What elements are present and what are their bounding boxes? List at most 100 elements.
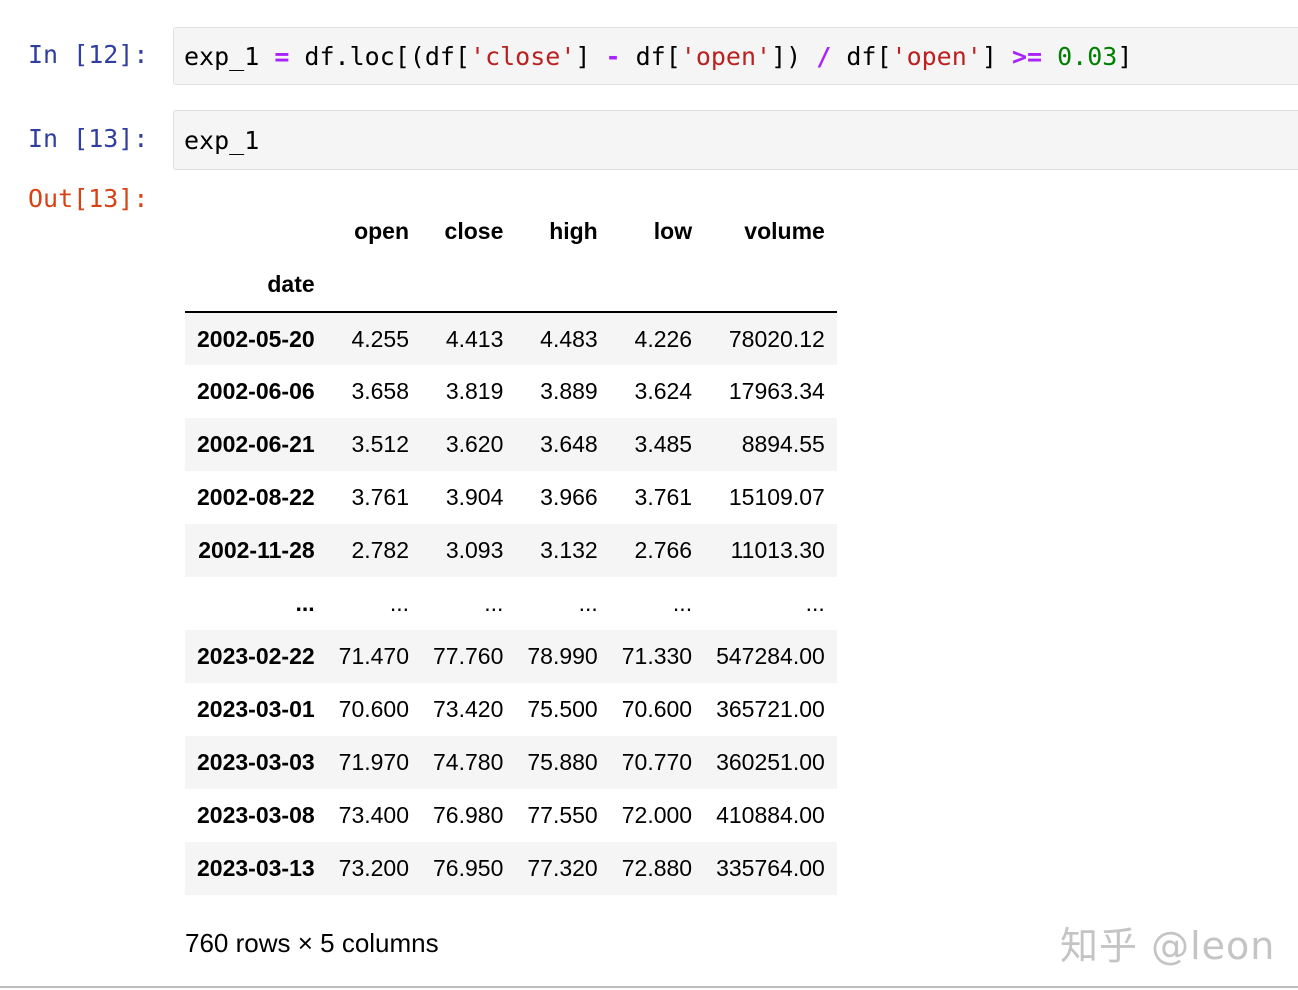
table-cell: 3.620 — [445, 431, 504, 457]
table-cell: 78020.12 — [728, 325, 825, 352]
table-row: 2023-03-03 71.970 74.780 75.880 70.770 360251… — [185, 736, 837, 789]
table-cell: 3.761 — [351, 484, 410, 510]
table-cell: 73.420 — [433, 696, 504, 722]
table-row: 2023-03-13 73.200 76.950 77.320 72.880 335764… — [185, 842, 837, 895]
table-cell: 72.000 — [621, 802, 693, 828]
code-token: exp_1 — [184, 41, 275, 71]
column-header-close: close — [444, 218, 504, 244]
table-cell: 70.600 — [338, 696, 410, 722]
table-cell: 15109.07 — [728, 484, 825, 510]
table-row: 2002-06-21 3.512 3.620 3.648 3.485 8894.55 — [185, 418, 837, 471]
table-cell: 77.550 — [527, 802, 598, 828]
table-cell: 3.512 — [351, 431, 410, 457]
row-index-cell: 2023-03-01 — [197, 696, 315, 722]
row-index-cell: 2002-06-21 — [197, 431, 315, 457]
index-name: date — [267, 271, 315, 297]
watermark: 知乎 @leon — [1060, 924, 1276, 968]
table-row: .................. — [185, 577, 837, 630]
table-cell: 77.320 — [527, 855, 598, 881]
table-cell: 3.819 — [445, 378, 504, 404]
code-token: exp_1 — [184, 125, 260, 155]
row-index-cell: 2002-05-20 — [197, 325, 315, 352]
table-cell: 360251.00 — [716, 749, 825, 775]
cell-12-code-input[interactable]: exp_1 = df. loc[(df['close'] - df['open']… — [173, 27, 1298, 85]
index-name-row: date — [185, 258, 837, 312]
table-cell: 70.600 — [621, 696, 693, 722]
table-cell: 4.226 — [634, 325, 693, 352]
table-cell: 73.400 — [338, 802, 410, 828]
table-cell: 547284.00 — [716, 643, 825, 669]
table-row: 2023-02-22 71.470 77.760 78.990 71.330 547284… — [185, 630, 837, 683]
table-cell: 3.761 — [634, 484, 693, 510]
table-cell: 3.889 — [540, 378, 598, 404]
table-cell: 77.760 — [433, 643, 504, 669]
code-token: / — [816, 41, 832, 71]
table-cell: ... — [805, 590, 825, 616]
column-header-row: open close high low volume — [185, 205, 837, 258]
table-cell: 3.648 — [540, 431, 598, 457]
code-token: 'open' — [680, 41, 772, 71]
row-index-cell: 2023-03-13 — [197, 855, 315, 881]
cell-13-code-input[interactable]: exp_1 — [173, 110, 1298, 170]
table-cell: 4.483 — [540, 325, 598, 352]
cell-13-prompt: In [13]: — [28, 124, 149, 153]
row-index-cell: 2023-03-08 — [197, 802, 315, 828]
cell-12-prompt: In [12]: — [28, 40, 149, 69]
table-row: 2002-11-28 2.782 3.093 3.132 2.766 11013.30 — [185, 524, 837, 577]
table-cell: 70.770 — [621, 749, 693, 775]
table-cell: 3.093 — [445, 537, 504, 563]
table-cell: 71.330 — [621, 643, 693, 669]
table-cell: 8894.55 — [741, 431, 825, 457]
row-index-cell: 2002-08-22 — [197, 484, 315, 510]
column-header-high: high — [549, 218, 598, 244]
code-token: ] — [981, 41, 1012, 71]
table-cell: 72.880 — [621, 855, 693, 881]
table-row: 2002-08-22 3.761 3.904 3.966 3.761 15109.07 — [185, 471, 837, 524]
row-index-cell: 2002-11-28 — [198, 537, 315, 563]
table-cell: 17963.34 — [728, 378, 825, 404]
shape-summary: 760 rows × 5 columns — [185, 928, 439, 958]
row-index-cell: 2023-03-03 — [197, 749, 315, 775]
column-header-volume: volume — [744, 218, 825, 244]
code-token: 'open' — [891, 41, 982, 71]
code-token: = — [274, 41, 290, 71]
table-row: 2002-06-06 3.658 3.819 3.889 3.624 17963.34 — [185, 365, 837, 418]
table-cell: 75.500 — [527, 696, 598, 722]
table-cell: 3.485 — [634, 431, 693, 457]
code-token: 'close' — [470, 41, 576, 71]
code-token: - — [605, 41, 621, 71]
table-row: 2023-03-08 73.400 76.980 77.550 72.000 410884… — [185, 789, 837, 842]
table-cell: 76.950 — [433, 855, 504, 881]
code-token: . — [334, 41, 350, 71]
table-cell: ... — [578, 590, 598, 616]
table-cell: ... — [484, 590, 504, 616]
cell-13-output-prompt: Out[13]: — [28, 184, 149, 213]
row-index-cell: 2002-06-06 — [197, 378, 315, 404]
bottom-divider — [0, 986, 1298, 988]
table-cell: 74.780 — [433, 749, 504, 775]
table-cell: 3.624 — [634, 378, 693, 404]
table-cell: 71.970 — [338, 749, 410, 775]
table-row: 2023-03-01 70.600 73.420 75.500 70.600 365721… — [185, 683, 837, 736]
table-cell: 4.255 — [351, 325, 410, 352]
table-cell: 3.658 — [351, 378, 410, 404]
table-row: 2002-05-20 4.255 4.413 4.483 4.226 78020.12 — [185, 312, 837, 365]
table-cell: 76.980 — [433, 802, 504, 828]
code-token: loc[(df[ — [349, 41, 471, 71]
table-cell: 335764.00 — [716, 855, 825, 881]
table-cell: 2.782 — [351, 537, 410, 563]
table-cell: 73.200 — [338, 855, 410, 881]
code-token: >= — [1011, 41, 1043, 71]
table-cell: 11013.30 — [730, 537, 825, 563]
code-token: ] — [575, 41, 606, 71]
table-cell: 3.904 — [445, 484, 504, 510]
table-cell: ... — [672, 590, 693, 616]
code-token: df[ — [831, 41, 892, 71]
code-token: ]) — [771, 41, 817, 71]
table-cell: 2.766 — [634, 537, 693, 563]
row-index-cell: 2023-02-22 — [197, 643, 315, 669]
corner-cell — [185, 205, 327, 258]
code-token: df — [289, 41, 335, 71]
column-header-open: open — [354, 218, 410, 244]
